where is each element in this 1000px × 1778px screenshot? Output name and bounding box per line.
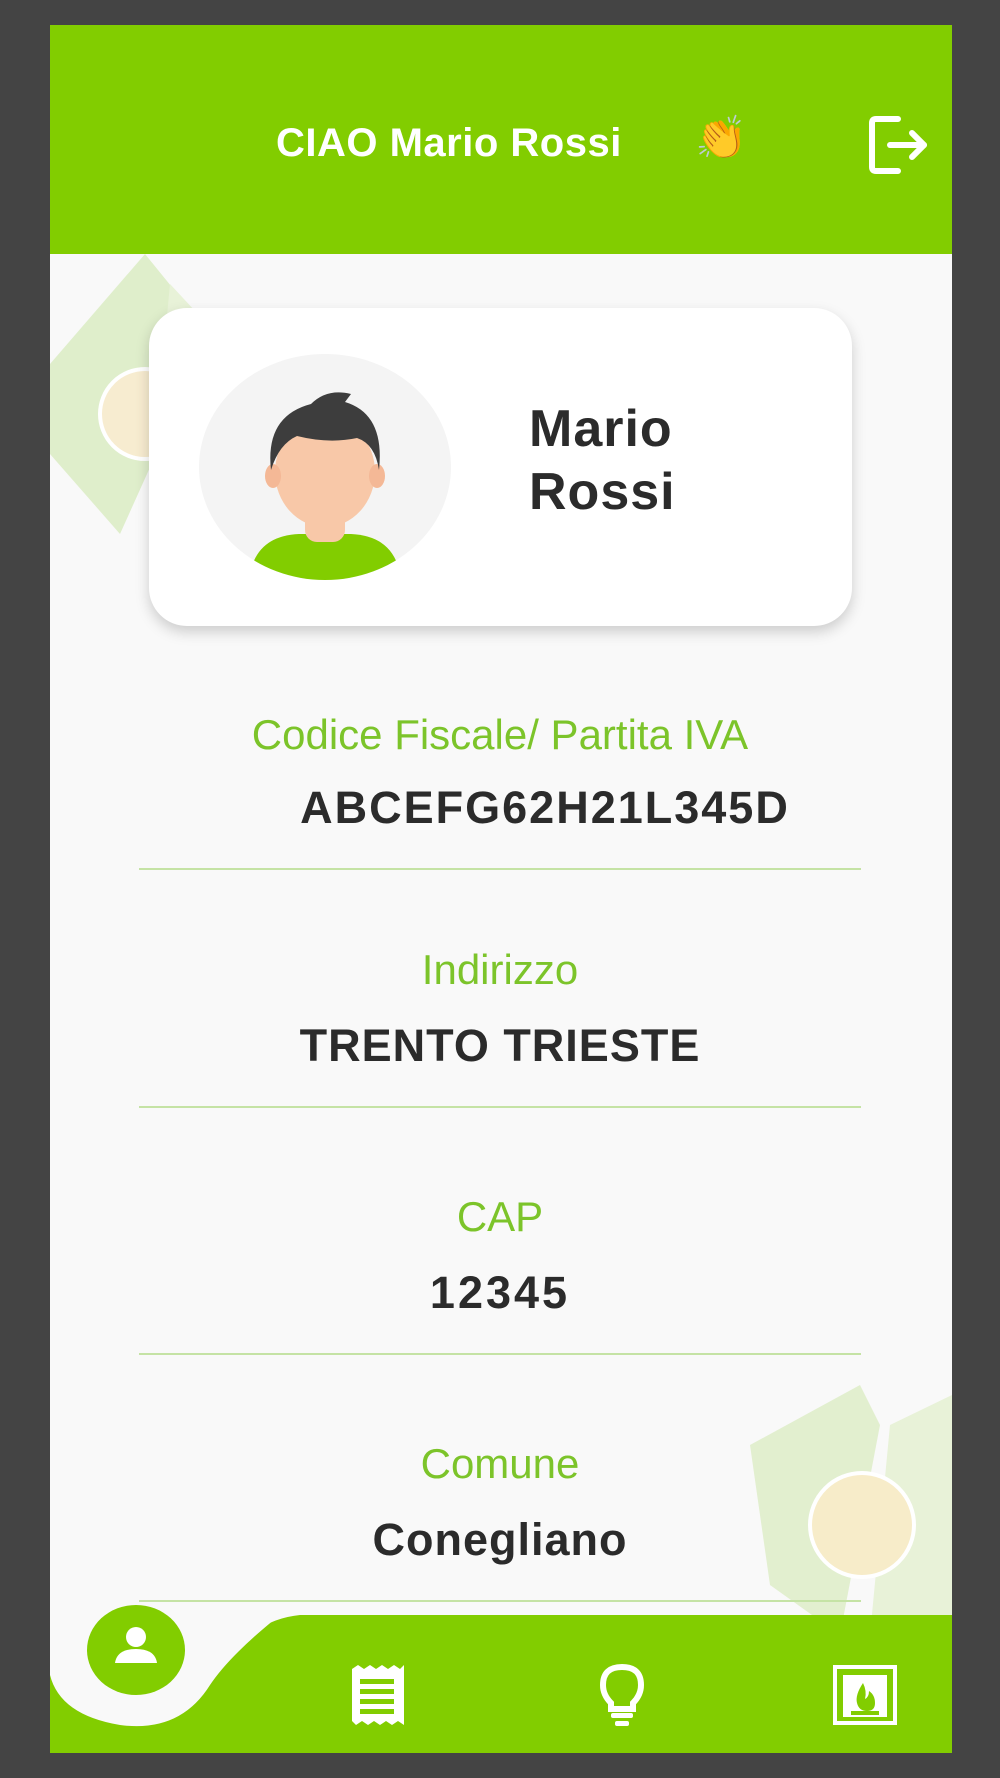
- top-header: CIAO Mario Rossi 👏: [50, 25, 952, 254]
- clapping-hands-icon: 👏: [695, 114, 748, 161]
- field-value: 12345: [429, 1267, 571, 1318]
- greeting-text: CIAO Mario Rossi: [276, 121, 622, 165]
- nav-profile-button[interactable]: [87, 1605, 185, 1695]
- fireplace-icon[interactable]: [833, 1665, 897, 1725]
- field-value: ABCEFG62H21L345D: [300, 782, 790, 833]
- field-divider: [139, 1353, 861, 1355]
- field-indirizzo: Indirizzo TRENTO TRIESTE: [139, 945, 861, 1108]
- field-label: Indirizzo: [421, 946, 579, 993]
- profile-card: Mario Rossi: [149, 308, 852, 626]
- field-label: CAP: [456, 1193, 544, 1240]
- logout-icon[interactable]: [868, 115, 930, 175]
- field-label: Codice Fiscale/ Partita IVA: [251, 711, 749, 758]
- field-value: TRENTO TRIESTE: [299, 1020, 701, 1071]
- field-divider: [139, 1600, 861, 1602]
- lightbulb-icon[interactable]: [597, 1663, 647, 1727]
- app-screen: CIAO Mario Rossi 👏 Mario Rossi Codice Fi…: [50, 25, 952, 1753]
- field-cap: CAP 12345: [139, 1192, 861, 1355]
- field-label: Comune: [420, 1440, 580, 1487]
- field-codice-fiscale: Codice Fiscale/ Partita IVA ABCEFG62H21L…: [139, 710, 861, 870]
- profile-icon: [115, 1627, 157, 1663]
- field-comune: Comune Conegliano: [139, 1439, 861, 1602]
- field-value: Conegliano: [372, 1514, 628, 1565]
- bottom-nav-background: [50, 1615, 952, 1753]
- bottom-navigation: [50, 1605, 952, 1753]
- receipt-icon[interactable]: [348, 1665, 408, 1725]
- user-avatar-icon: [199, 354, 451, 580]
- profile-last-name: Rossi: [529, 463, 676, 521]
- field-divider: [139, 1106, 861, 1108]
- profile-first-name: Mario: [529, 400, 673, 458]
- field-divider: [139, 868, 861, 870]
- profile-name: Mario Rossi: [529, 398, 676, 524]
